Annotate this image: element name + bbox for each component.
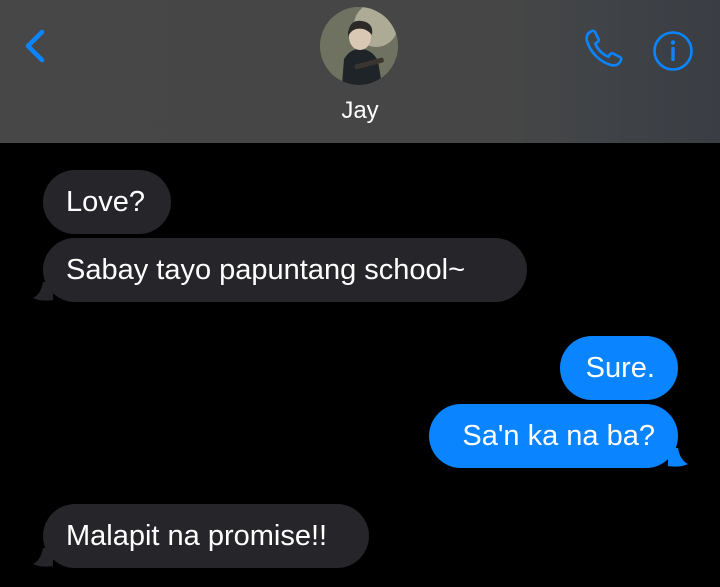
message-bubble-outgoing[interactable]: Sa'n ka na ba? (429, 404, 678, 468)
contact-name[interactable]: Jay (0, 96, 720, 126)
message-text: Sa'n ka na ba? (462, 420, 655, 452)
conversation-header: Jay (0, 0, 720, 143)
avatar-photo (320, 7, 398, 85)
message-bubble-incoming[interactable]: Love? (43, 170, 171, 234)
messages-screen: Jay Love? Sabay tayo papuntang school~ S… (0, 0, 720, 587)
contact-avatar[interactable] (320, 7, 398, 85)
bubble-tail-incoming (33, 282, 53, 302)
info-button[interactable] (652, 30, 694, 72)
message-bubble-incoming[interactable]: Sabay tayo papuntang school~ (43, 238, 527, 302)
message-text: Love? (66, 186, 146, 218)
info-icon (653, 31, 693, 71)
back-button[interactable] (14, 24, 58, 68)
bubble-tail-incoming (33, 548, 53, 568)
phone-icon (585, 29, 623, 67)
call-button[interactable] (580, 26, 626, 72)
message-bubble-outgoing[interactable]: Sure. (560, 336, 678, 400)
message-text: Malapit na promise!! (66, 520, 328, 552)
message-text: Sure. (585, 352, 655, 384)
bubble-tail-outgoing (668, 448, 688, 468)
message-text: Sabay tayo papuntang school~ (66, 254, 466, 286)
chevron-left-icon (25, 29, 45, 63)
message-bubble-incoming[interactable]: Malapit na promise!! (43, 504, 369, 568)
